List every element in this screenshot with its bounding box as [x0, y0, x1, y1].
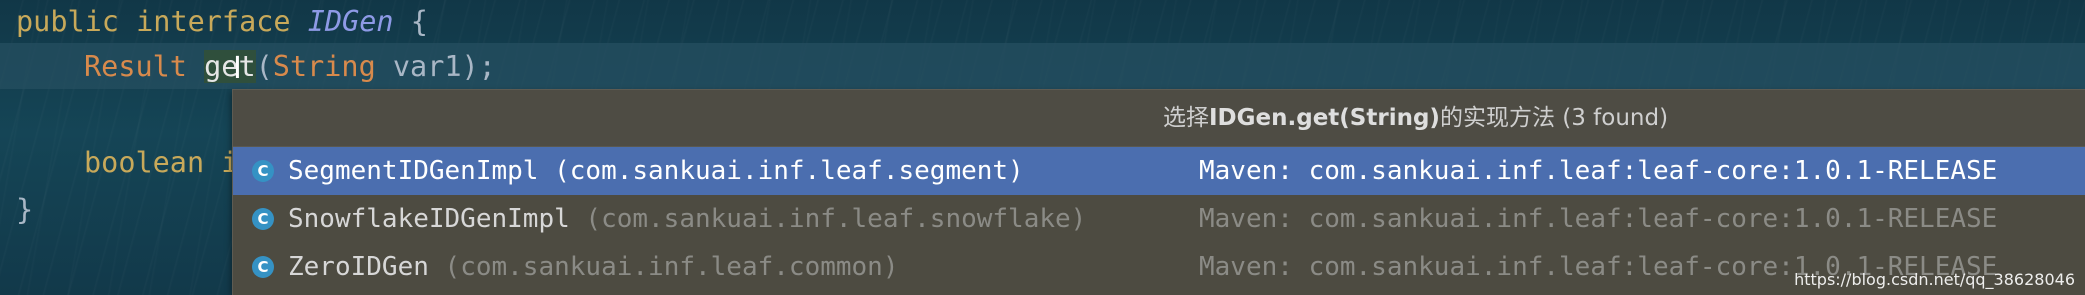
implementation-item-segment[interactable]: C SegmentIDGenImpl (com.sankuai.inf.leaf… — [233, 147, 2085, 195]
keyword-public: public — [16, 5, 119, 38]
class-icon: C — [252, 256, 274, 278]
library-name: Maven: com.sankuai.inf.leaf:leaf-core:1.… — [1199, 204, 1998, 234]
class-icon: C — [252, 160, 274, 182]
close-brace: } — [16, 193, 34, 226]
keyword-interface: interface — [136, 5, 291, 38]
package-name: (com.sankuai.inf.leaf.common) — [428, 252, 899, 282]
keyword-boolean: boolean — [84, 146, 205, 179]
implementation-item-snowflake[interactable]: C SnowflakeIDGenImpl (com.sankuai.inf.le… — [233, 195, 2085, 243]
code-line-1: public interface IDGen { — [16, 0, 428, 44]
return-type: Result — [84, 50, 187, 83]
class-icon: C — [252, 208, 274, 230]
implementations-popup[interactable]: 选择IDGen.get(String)的实现方法 (3 found) C Seg… — [233, 90, 2085, 295]
interface-name: IDGen — [307, 5, 394, 38]
popup-header: 选择IDGen.get(String)的实现方法 (3 found) — [233, 90, 2085, 147]
popup-title-prefix: 选择 — [1163, 105, 1209, 131]
popup-title-suffix: 的实现方法 (3 found) — [1439, 105, 1669, 131]
package-name: (com.sankuai.inf.leaf.snowflake) — [569, 204, 1087, 234]
method-name[interactable]: get — [204, 50, 256, 83]
open-brace: { — [393, 5, 428, 38]
open-paren: ( — [255, 50, 273, 83]
code-line-3: boolean i — [84, 141, 238, 185]
popup-title-method: IDGen.get(String) — [1209, 105, 1440, 131]
implementation-label: SnowflakeIDGenImpl (com.sankuai.inf.leaf… — [288, 195, 1086, 243]
code-line-4: } — [16, 188, 33, 232]
param-type: String — [272, 50, 376, 83]
text-cursor-icon: I — [233, 51, 242, 86]
watermark: https://blog.csdn.net/qq_38628046 — [1794, 270, 2075, 289]
param-name: var1); — [375, 50, 496, 83]
class-name: SegmentIDGenImpl — [288, 156, 539, 186]
library-name: Maven: com.sankuai.inf.leaf:leaf-core:1.… — [1199, 156, 1998, 186]
implementation-label: ZeroIDGen (com.sankuai.inf.leaf.common) — [288, 243, 899, 291]
implementation-label: SegmentIDGenImpl (com.sankuai.inf.leaf.s… — [288, 147, 1024, 195]
code-line-2: Result get(String var1); — [84, 45, 496, 89]
package-name: (com.sankuai.inf.leaf.segment) — [538, 156, 1024, 186]
popup-title: 选择IDGen.get(String)的实现方法 (3 found) — [1163, 90, 1668, 146]
class-name: SnowflakeIDGenImpl — [288, 204, 570, 234]
class-name: ZeroIDGen — [288, 252, 429, 282]
